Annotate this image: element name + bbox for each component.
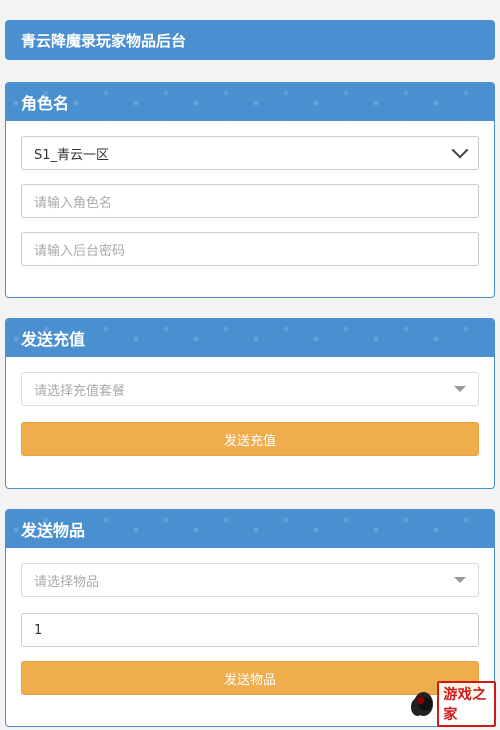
watermark-logo: 游戏之家 [414,681,496,727]
server-select[interactable]: S1_青云一区 [21,136,479,170]
item-quantity-value: 1 [34,622,43,638]
role-panel-header: 角色名 [6,83,494,121]
item-quantity-input[interactable]: 1 [21,613,479,647]
item-select-placeholder: 请选择物品 [34,574,100,590]
role-panel: 角色名 S1_青云一区 请输入角色名 请输入后台密码 [5,82,495,298]
top-banner: 青云降魔录玩家物品后台 [5,20,495,60]
item-panel-header: 发送物品 [6,510,494,548]
server-select-value: S1_青云一区 [34,147,110,163]
recharge-panel-title: 发送充值 [21,330,86,349]
recharge-panel: 发送充值 请选择充值套餐 发送充值 [5,318,495,489]
chevron-down-icon [451,141,469,159]
send-item-label: 发送物品 [223,672,276,688]
password-input[interactable]: 请输入后台密码 [21,232,479,266]
recharge-panel-body: 请选择充值套餐 发送充值 [6,357,494,456]
role-panel-body: S1_青云一区 请输入角色名 请输入后台密码 [6,121,494,266]
caret-down-icon [454,577,466,583]
caret-down-icon [454,386,466,392]
send-recharge-button[interactable]: 发送充值 [21,422,479,456]
item-panel-body: 请选择物品 1 发送物品 [6,548,494,695]
item-panel-title: 发送物品 [21,521,86,540]
send-item-button[interactable]: 发送物品 [21,661,479,695]
watermark-text: 游戏之家 [437,681,496,727]
role-panel-title: 角色名 [21,94,70,113]
item-select[interactable]: 请选择物品 [21,563,479,597]
role-name-placeholder: 请输入角色名 [34,195,113,211]
ink-blot-icon [414,692,434,716]
send-recharge-label: 发送充值 [223,433,276,449]
app-title: 青云降魔录玩家物品后台 [21,31,187,50]
recharge-panel-header: 发送充值 [6,319,494,357]
password-placeholder: 请输入后台密码 [34,243,126,259]
role-name-input[interactable]: 请输入角色名 [21,184,479,218]
recharge-package-select[interactable]: 请选择充值套餐 [21,372,479,406]
recharge-package-placeholder: 请选择充值套餐 [34,383,126,399]
